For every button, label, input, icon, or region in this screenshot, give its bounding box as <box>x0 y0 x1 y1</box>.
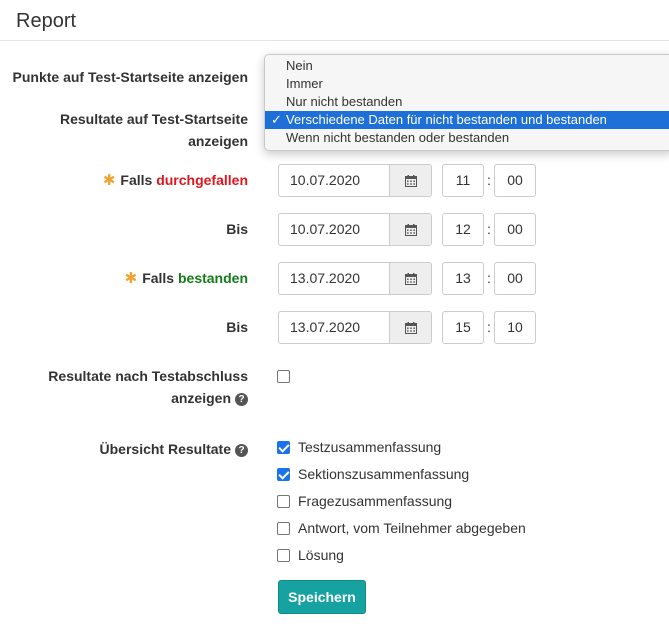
after-completion-checkbox[interactable] <box>277 370 290 383</box>
results-start-page-label-line1: Resultate auf Test-Startseite <box>59 111 248 127</box>
failed-from-date-group: 10.07.2020 <box>278 164 432 197</box>
save-button[interactable]: Speichern <box>278 580 366 614</box>
passed-from-date-input[interactable]: 13.07.2020 <box>279 263 390 294</box>
time-separator: : <box>487 221 491 237</box>
passed-to-label: Bis <box>226 319 248 335</box>
calendar-icon <box>404 321 417 334</box>
asterisk-icon: ✱ <box>102 172 116 189</box>
overview-option-label[interactable]: Antwort, vom Teilnehmer abgegeben <box>298 518 526 538</box>
dropdown-option-different-dates[interactable]: ✓ Verschiedene Daten für nicht bestanden … <box>265 111 669 129</box>
passed-from-date-group: 13.07.2020 <box>278 262 432 295</box>
overview-label: Übersicht Resultate? <box>100 438 248 460</box>
dropdown-option-never[interactable]: Nein <box>265 57 669 75</box>
overview-checkbox-test-summary[interactable] <box>277 441 290 454</box>
overview-option-label[interactable]: Fragezusammenfassung <box>298 491 452 511</box>
calendar-icon <box>404 174 417 187</box>
overview-checkbox-solution[interactable] <box>277 549 290 562</box>
passed-to-date-input[interactable]: 13.07.2020 <box>279 312 390 343</box>
failed-from-label: ✱ Falls durchgefallen <box>103 169 248 192</box>
failed-from-hour-input[interactable]: 11 <box>442 164 484 197</box>
passed-to-calendar-button[interactable] <box>390 312 431 343</box>
passed-from-minute-input[interactable]: 00 <box>494 262 536 295</box>
overview-option-label[interactable]: Lösung <box>298 545 344 565</box>
title-divider <box>0 40 669 41</box>
points-start-page-dropdown[interactable]: Nein Immer Nur nicht bestanden ✓ Verschie… <box>264 54 669 151</box>
points-start-page-label: Punkte auf Test-Startseite anzeigen <box>12 69 248 85</box>
dropdown-option-only-failed[interactable]: Nur nicht bestanden <box>265 93 669 111</box>
passed-from-hour-input[interactable]: 13 <box>442 262 484 295</box>
dropdown-option-failed-or-passed[interactable]: Wenn nicht bestanden oder bestanden <box>265 129 669 147</box>
failed-from-date-input[interactable]: 10.07.2020 <box>279 165 390 196</box>
overview-option-label[interactable]: Sektionszusammenfassung <box>298 464 469 484</box>
time-separator: : <box>487 270 491 286</box>
dropdown-option-always[interactable]: Immer <box>265 75 669 93</box>
passed-to-minute-input[interactable]: 10 <box>494 311 536 344</box>
failed-to-minute-input[interactable]: 00 <box>494 213 536 246</box>
passed-to-date-group: 13.07.2020 <box>278 311 432 344</box>
passed-to-hour-input[interactable]: 15 <box>442 311 484 344</box>
asterisk-icon: ✱ <box>124 270 138 287</box>
overview-checkbox-question-summary[interactable] <box>277 495 290 508</box>
overview-option-label[interactable]: Testzusammenfassung <box>298 437 441 457</box>
checkmark-icon: ✓ <box>271 112 282 127</box>
failed-to-date-group: 10.07.2020 <box>278 213 432 246</box>
after-completion-label: Resultate nach Testabschluss anzeigen? <box>48 365 248 409</box>
failed-prefix: Falls <box>120 172 153 188</box>
passed-from-calendar-button[interactable] <box>390 263 431 294</box>
overview-checkbox-participant-answer[interactable] <box>277 522 290 535</box>
failed-to-hour-input[interactable]: 12 <box>442 213 484 246</box>
failed-to-date-input[interactable]: 10.07.2020 <box>279 214 390 245</box>
results-start-page-label-line2: anzeigen <box>188 133 248 149</box>
calendar-icon <box>404 272 417 285</box>
time-separator: : <box>487 319 491 335</box>
failed-from-calendar-button[interactable] <box>390 165 431 196</box>
page-title: Report <box>16 10 77 32</box>
after-completion-label-line2: anzeigen? <box>48 387 248 409</box>
calendar-icon <box>404 223 417 236</box>
results-start-page-label: Resultate auf Test-Startseite anzeigen <box>60 108 248 152</box>
passed-keyword: bestanden <box>177 270 248 286</box>
failed-from-minute-input[interactable]: 00 <box>494 164 536 197</box>
overview-checkbox-section-summary[interactable] <box>277 468 290 481</box>
passed-prefix: Falls <box>142 270 175 286</box>
failed-to-calendar-button[interactable] <box>390 214 431 245</box>
failed-to-label: Bis <box>226 221 248 237</box>
passed-from-label: ✱ Falls bestanden <box>125 267 248 290</box>
time-separator: : <box>487 172 491 188</box>
question-circle-icon[interactable]: ? <box>235 393 248 406</box>
failed-keyword: durchgefallen <box>156 172 248 188</box>
question-circle-icon[interactable]: ? <box>235 444 248 457</box>
after-completion-label-line1: Resultate nach Testabschluss <box>48 368 248 384</box>
